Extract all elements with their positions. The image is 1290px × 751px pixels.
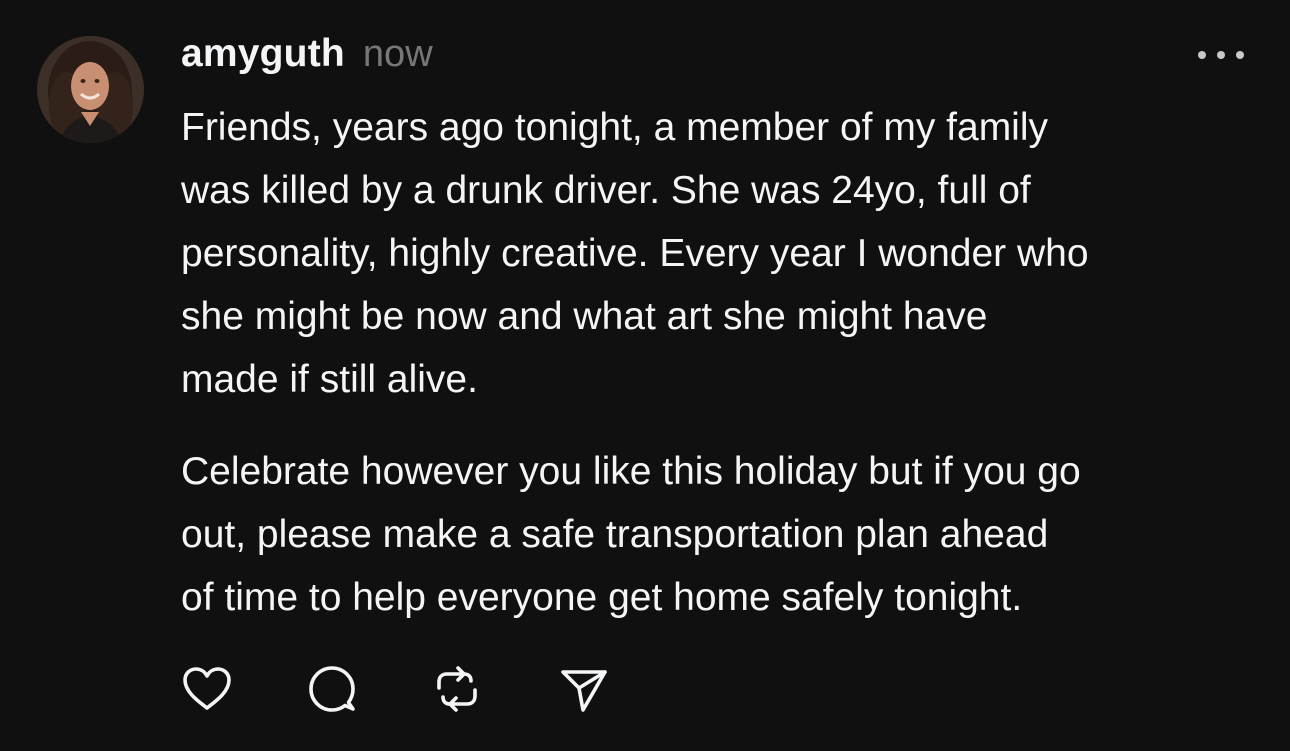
- repost-button[interactable]: [431, 663, 483, 715]
- post-paragraph: Celebrate however you like this holiday …: [181, 450, 1081, 619]
- more-dot: [1236, 51, 1244, 59]
- post-timestamp: now: [362, 33, 433, 75]
- author-avatar[interactable]: [37, 36, 144, 143]
- author-username[interactable]: amyguth: [181, 32, 345, 76]
- heart-icon: [183, 667, 231, 710]
- send-icon: [561, 670, 607, 712]
- share-button[interactable]: [558, 663, 610, 715]
- more-dot: [1217, 51, 1225, 59]
- profile-photo-icon: [37, 36, 144, 143]
- post-paragraph: Friends, years ago tonight, a member of …: [181, 106, 1089, 401]
- thread-post: amyguth now Friends, years ago tonight, …: [0, 0, 1290, 751]
- comment-icon: [309, 666, 355, 712]
- reply-button[interactable]: [306, 663, 358, 715]
- more-horizontal-icon: [1198, 51, 1206, 59]
- like-button[interactable]: [181, 663, 233, 715]
- post-header: amyguth now: [181, 32, 433, 88]
- repost-icon: [437, 666, 477, 712]
- post-body: Friends, years ago tonight, a member of …: [181, 96, 1266, 629]
- more-options-button[interactable]: [1198, 42, 1244, 68]
